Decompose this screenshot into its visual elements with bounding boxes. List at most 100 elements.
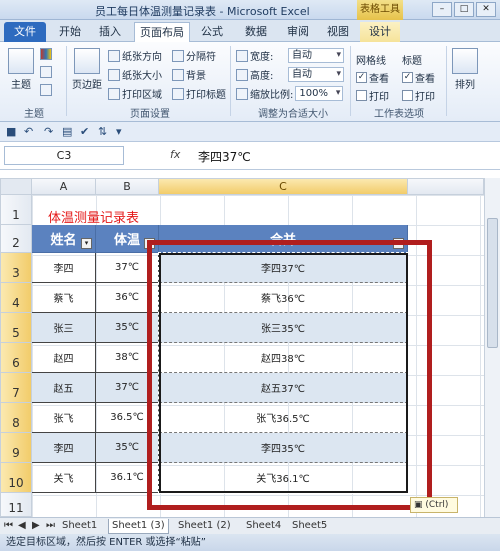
sheet-tab[interactable]: Sheet5 [292, 519, 327, 534]
gridlines-label: 网格线 [356, 56, 386, 67]
minimize-icon[interactable]: – [432, 2, 452, 17]
paste-options-button[interactable]: ▣ (Ctrl) [410, 497, 458, 513]
tab-insert[interactable]: 插入 [92, 22, 128, 42]
row-header[interactable]: 9 [0, 433, 32, 463]
table-cell[interactable]: 张三 [32, 313, 96, 343]
table-tools-context-label: 表格工具 [357, 0, 403, 20]
print-titles-icon [172, 87, 184, 100]
next-sheet-icon[interactable]: ▶ [32, 519, 40, 534]
table-cell[interactable]: 李四 [32, 253, 96, 283]
theme-effects-button[interactable] [40, 84, 52, 96]
tab-data[interactable]: 数据 [238, 22, 274, 42]
checkmark-icon: ✓ [356, 72, 367, 83]
gridlines-print-checkbox[interactable]: 打印 [356, 88, 389, 103]
print-preview-icon[interactable]: ▤ [62, 125, 72, 138]
tab-home[interactable]: 开始 [52, 22, 88, 42]
sheet-title[interactable]: 体温测量记录表 [48, 207, 139, 226]
row-header[interactable]: 1 [0, 195, 32, 225]
breaks-button[interactable]: 分隔符 [172, 48, 216, 63]
last-sheet-icon[interactable]: ⏭ [46, 519, 55, 534]
row-header[interactable]: 11 [0, 493, 32, 517]
print-titles-button[interactable]: 打印标题 [172, 86, 226, 101]
tab-design[interactable]: 设计 [360, 22, 400, 42]
table-cell[interactable]: 赵五 [32, 373, 96, 403]
row-header[interactable]: 4 [0, 283, 32, 313]
themes-button[interactable]: 主题 [8, 48, 34, 91]
select-all-corner[interactable] [0, 178, 32, 195]
table-cell[interactable]: 赵四 [32, 343, 96, 373]
sheet-tab[interactable]: Sheet1 (2) [178, 519, 231, 534]
vertical-scrollbar[interactable] [484, 178, 500, 517]
sheet-tab[interactable]: Sheet1 [62, 519, 97, 534]
tab-file[interactable]: 文件 [4, 22, 46, 42]
row-header[interactable]: 5 [0, 313, 32, 343]
height-select[interactable]: 自动 [288, 67, 344, 82]
sheet-tab-bar: ⏮ ◀ ▶ ⏭ Sheet1 Sheet1 (3) Sheet1 (2) She… [0, 517, 500, 534]
group-separator [350, 46, 351, 116]
scale-stepper[interactable]: 100% [295, 86, 344, 101]
sheet-tab[interactable]: Sheet1 (3) [108, 519, 169, 534]
table-header-name[interactable]: 姓名 ▾ [32, 225, 96, 253]
tab-review[interactable]: 审阅 [280, 22, 316, 42]
height-icon [236, 68, 248, 81]
formula-bar: C3 fx 李四37℃ [0, 142, 500, 170]
save-icon[interactable]: ■ [6, 125, 16, 138]
page-size-icon [108, 68, 120, 81]
tab-view[interactable]: 视图 [320, 22, 356, 42]
height-control: 高度: 自动 [236, 67, 344, 82]
group-separator [446, 46, 447, 116]
spelling-icon[interactable]: ✔ [80, 125, 89, 138]
print-area-button[interactable]: 打印区域 [108, 86, 162, 101]
column-header-c[interactable]: C [159, 178, 408, 195]
row-header[interactable]: 10 [0, 463, 32, 493]
maximize-icon[interactable]: □ [454, 2, 474, 17]
margins-button[interactable]: 页边距 [72, 48, 102, 91]
theme-colors-button[interactable] [40, 48, 52, 60]
redo-icon[interactable]: ↷ [44, 125, 53, 138]
background-image-icon [172, 68, 184, 81]
table-cell[interactable]: 蔡飞 [32, 283, 96, 313]
size-button[interactable]: 纸张大小 [108, 67, 162, 82]
column-header-a[interactable]: A [32, 178, 96, 195]
column-header-b[interactable]: B [96, 178, 159, 195]
theme-fonts-button[interactable] [40, 66, 52, 78]
status-bar: 选定目标区域，然后按 ENTER 或选择“粘贴” [0, 534, 500, 551]
filter-dropdown-icon[interactable]: ▾ [81, 238, 92, 249]
table-cell[interactable]: 关飞 [32, 463, 96, 493]
background-button[interactable]: 背景 [172, 67, 206, 82]
table-cell[interactable]: 张飞 [32, 403, 96, 433]
sheet-tab[interactable]: Sheet4 [246, 519, 281, 534]
tab-formulas[interactable]: 公式 [194, 22, 230, 42]
formula-input[interactable]: 李四37℃ [198, 148, 251, 165]
gridlines-view-checkbox[interactable]: ✓ 查看 [356, 70, 389, 85]
headings-print-checkbox[interactable]: 打印 [402, 88, 435, 103]
window-controls: – □ ✕ [432, 2, 496, 17]
row-header[interactable]: 8 [0, 403, 32, 433]
font-a-icon [40, 66, 52, 78]
undo-icon[interactable]: ↶ [24, 125, 33, 138]
close-icon[interactable]: ✕ [476, 2, 496, 17]
orientation-button[interactable]: 纸张方向 [108, 48, 162, 63]
tab-page-layout[interactable]: 页面布局 [134, 22, 190, 42]
row-header[interactable]: 6 [0, 343, 32, 373]
scrollbar-thumb[interactable] [487, 218, 498, 348]
annotation-highlight-box [147, 240, 432, 510]
column-header-d[interactable] [408, 178, 484, 195]
width-select[interactable]: 自动 [288, 48, 344, 63]
quick-access-toolbar: ■ ↶ ↷ ▤ ✔ ⇅ ▾ [0, 122, 500, 142]
customize-qat-icon[interactable]: ▾ [116, 125, 122, 138]
name-box[interactable]: C3 [4, 146, 124, 165]
group-separator [66, 46, 67, 116]
group-label-sheet-options: 工作表选项 [374, 109, 424, 120]
insert-function-button[interactable]: fx [170, 148, 180, 161]
table-cell[interactable]: 李四 [32, 433, 96, 463]
row-header[interactable]: 3 [0, 253, 32, 283]
sort-icon[interactable]: ⇅ [98, 125, 107, 138]
checkmark-icon: ✓ [402, 72, 413, 83]
arrange-button[interactable]: 排列 [452, 48, 478, 91]
prev-sheet-icon[interactable]: ◀ [18, 519, 26, 534]
row-header[interactable]: 2 [0, 225, 32, 253]
headings-view-checkbox[interactable]: ✓ 查看 [402, 70, 435, 85]
row-header[interactable]: 7 [0, 373, 32, 403]
first-sheet-icon[interactable]: ⏮ [4, 519, 13, 534]
